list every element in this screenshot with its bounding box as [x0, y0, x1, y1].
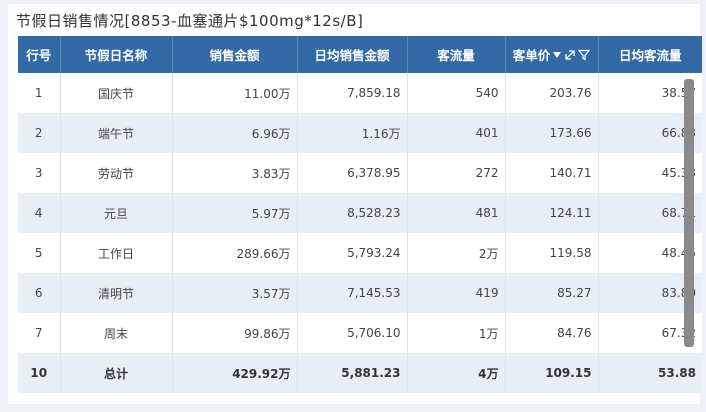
- cell-unit-price: 84.76: [505, 313, 599, 353]
- cell-daily-sales: 8,528.23: [297, 193, 408, 233]
- table-row[interactable]: 2 端午节 6.96万 1.16万 401 173.66 66.83: [18, 113, 702, 153]
- vertical-scrollbar[interactable]: [684, 79, 694, 347]
- cell-sales-amount: 3.57万: [172, 273, 298, 313]
- cell-unit-price: 119.58: [505, 233, 599, 273]
- cell-holiday-name: 端午节: [60, 113, 173, 153]
- header-sales-amount[interactable]: 销售金额: [172, 36, 298, 73]
- header-daily-traffic[interactable]: 日均客流量: [598, 36, 702, 73]
- cell-row-no: 2: [18, 113, 61, 153]
- cell-unit-price: 173.66: [505, 113, 599, 153]
- cell-unit-price: 140.71: [505, 153, 599, 193]
- table-row[interactable]: 3 劳动节 3.83万 6,378.95 272 140.71 45.33: [18, 153, 702, 193]
- header-unit-price-label: 客单价: [512, 48, 551, 63]
- cell-row-no: 6: [18, 273, 61, 313]
- cell-daily-sales: 5,706.10: [297, 313, 408, 353]
- cell-traffic: 1万: [407, 313, 506, 353]
- cell-traffic: 272: [407, 153, 506, 193]
- cell-holiday-name: 元旦: [60, 193, 173, 233]
- cell-traffic: 481: [407, 193, 506, 233]
- header-traffic[interactable]: 客流量: [407, 36, 506, 73]
- cell-unit-price: 85.27: [505, 273, 599, 313]
- cell-sales-amount: 99.86万: [172, 313, 298, 353]
- cell-traffic: 401: [407, 113, 506, 153]
- cell-daily-sales: 7,859.18: [297, 73, 408, 113]
- total-row: 10 总计 429.92万 5,881.23 4万 109.15 53.88: [18, 353, 702, 393]
- data-grid: 行号 节假日名称 销售金额 日均销售金额 客流量 客单价 日均客流量 1 国庆节…: [18, 36, 702, 396]
- header-daily-sales[interactable]: 日均销售金额: [297, 36, 408, 73]
- table-row[interactable]: 1 国庆节 11.00万 7,859.18 540 203.76 38.57: [18, 73, 702, 113]
- header-row-no[interactable]: 行号: [18, 36, 61, 73]
- cell-sales-amount: 5.97万: [172, 193, 298, 233]
- cell-row-no: 7: [18, 313, 61, 353]
- cell-daily-sales: 5,793.24: [297, 233, 408, 273]
- cell-sales-amount: 6.96万: [172, 113, 298, 153]
- total-unit-price: 109.15: [505, 353, 599, 393]
- table-row[interactable]: 4 元旦 5.97万 8,528.23 481 124.11 68.71: [18, 193, 702, 233]
- cell-daily-sales: 6,378.95: [297, 153, 408, 193]
- cell-unit-price: 124.11: [505, 193, 599, 233]
- cell-row-no: 3: [18, 153, 61, 193]
- table-row[interactable]: 6 清明节 3.57万 7,145.53 419 85.27 83.80: [18, 273, 702, 313]
- total-traffic: 4万: [407, 353, 506, 393]
- cell-row-no: 1: [18, 73, 61, 113]
- cell-sales-amount: 3.83万: [172, 153, 298, 193]
- header-holiday-name[interactable]: 节假日名称: [60, 36, 173, 73]
- total-daily-traffic: 53.88: [598, 353, 702, 393]
- header-row: 行号 节假日名称 销售金额 日均销售金额 客流量 客单价 日均客流量: [18, 36, 702, 73]
- cell-traffic: 540: [407, 73, 506, 113]
- cell-unit-price: 203.76: [505, 73, 599, 113]
- cell-row-no: 4: [18, 193, 61, 233]
- cell-sales-amount: 289.66万: [172, 233, 298, 273]
- cell-holiday-name: 劳动节: [60, 153, 173, 193]
- holiday-sales-table: 行号 节假日名称 销售金额 日均销售金额 客流量 客单价 日均客流量 1 国庆节…: [18, 36, 702, 393]
- cell-holiday-name: 工作日: [60, 233, 173, 273]
- header-unit-price[interactable]: 客单价: [505, 36, 599, 73]
- table-row[interactable]: 7 周末 99.86万 5,706.10 1万 84.76 67.32: [18, 313, 702, 353]
- cell-row-no: 5: [18, 233, 61, 273]
- cell-traffic: 419: [407, 273, 506, 313]
- filter-icon[interactable]: [578, 49, 591, 61]
- total-sales-amount: 429.92万: [172, 353, 298, 393]
- cell-holiday-name: 国庆节: [60, 73, 173, 113]
- cell-holiday-name: 清明节: [60, 273, 173, 313]
- cell-daily-sales: 1.16万: [297, 113, 408, 153]
- cell-sales-amount: 11.00万: [172, 73, 298, 113]
- cell-holiday-name: 周末: [60, 313, 173, 353]
- total-label: 总计: [60, 353, 173, 393]
- table-row[interactable]: 5 工作日 289.66万 5,793.24 2万 119.58 48.45: [18, 233, 702, 273]
- total-row-no: 10: [18, 353, 61, 393]
- report-panel: 节假日销售情况[8853-血塞通片$100mg*12s/B] 行号 节假日名称 …: [8, 4, 702, 404]
- report-title: 节假日销售情况[8853-血塞通片$100mg*12s/B]: [16, 12, 364, 30]
- total-daily-sales: 5,881.23: [297, 353, 408, 393]
- expand-icon[interactable]: [564, 49, 576, 61]
- cell-daily-sales: 7,145.53: [297, 273, 408, 313]
- sort-desc-icon[interactable]: [552, 51, 562, 59]
- cell-traffic: 2万: [407, 233, 506, 273]
